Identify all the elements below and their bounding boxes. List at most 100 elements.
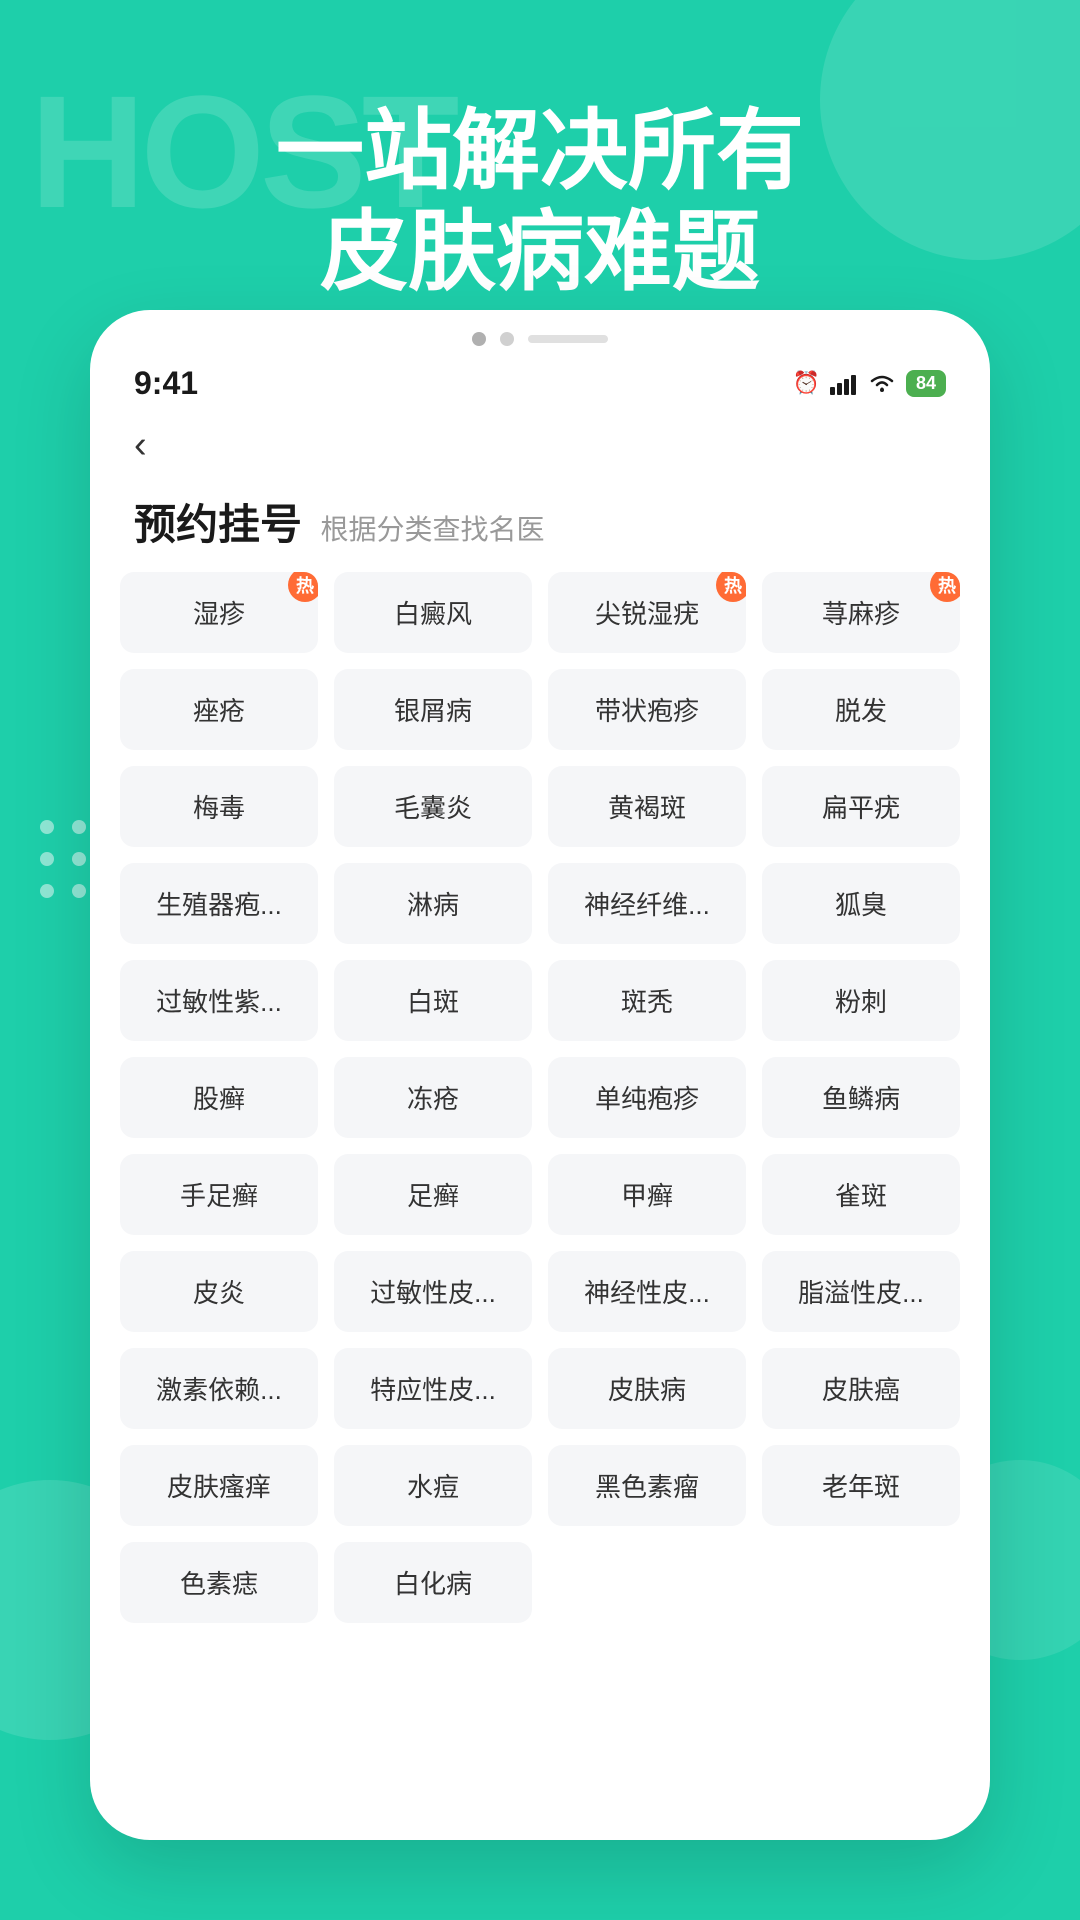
category-label: 生殖器疱... — [156, 890, 282, 920]
category-label: 毛囊炎 — [394, 793, 472, 823]
category-item[interactable]: 热湿疹 — [120, 572, 318, 653]
back-button[interactable]: ‹ — [90, 410, 990, 481]
category-item[interactable]: 冻疮 — [334, 1057, 532, 1138]
category-label: 梅毒 — [193, 793, 245, 823]
category-item[interactable]: 单纯疱疹 — [548, 1057, 746, 1138]
category-grid: 热湿疹白癜风热尖锐湿疣热荨麻疹痤疮银屑病带状疱疹脱发梅毒毛囊炎黄褐斑扁平疣生殖器… — [120, 572, 960, 1623]
category-item[interactable]: 银屑病 — [334, 669, 532, 750]
phone-top-bar — [90, 310, 990, 356]
category-label: 带状疱疹 — [595, 696, 699, 726]
phone-mockup: 9:41 ⏰ 84 ‹ 预约挂号 根据分类查找名医 热湿疹 白癜风 — [90, 310, 990, 1840]
category-item[interactable]: 鱼鳞病 — [762, 1057, 960, 1138]
category-label: 雀斑 — [835, 1181, 887, 1211]
category-item[interactable]: 甲癣 — [548, 1154, 746, 1235]
wifi-icon — [868, 372, 896, 394]
category-item[interactable]: 皮肤瘙痒 — [120, 1445, 318, 1526]
category-label: 甲癣 — [621, 1181, 673, 1211]
category-item[interactable]: 白斑 — [334, 960, 532, 1041]
category-label: 脂溢性皮... — [798, 1278, 924, 1308]
category-item[interactable]: 特应性皮... — [334, 1348, 532, 1429]
hot-badge: 热 — [716, 572, 746, 602]
category-label: 荨麻疹 — [822, 599, 900, 629]
hero-title: 一站解决所有 皮肤病难题 — [0, 100, 1080, 302]
category-item[interactable]: 激素依赖... — [120, 1348, 318, 1429]
battery-badge: 84 — [906, 370, 946, 397]
back-arrow-icon: ‹ — [134, 424, 147, 466]
hot-badge: 热 — [930, 572, 960, 602]
category-item[interactable]: 脱发 — [762, 669, 960, 750]
category-item[interactable]: 梅毒 — [120, 766, 318, 847]
category-item[interactable]: 狐臭 — [762, 863, 960, 944]
category-label: 水痘 — [407, 1472, 459, 1502]
dot-indicator-2 — [500, 332, 514, 346]
category-item[interactable]: 手足癣 — [120, 1154, 318, 1235]
category-item[interactable]: 过敏性紫... — [120, 960, 318, 1041]
category-label: 黄褐斑 — [608, 793, 686, 823]
category-label: 黑色素瘤 — [595, 1472, 699, 1502]
category-label: 狐臭 — [835, 890, 887, 920]
category-item[interactable]: 热尖锐湿疣 — [548, 572, 746, 653]
status-icons: ⏰ 84 — [793, 370, 946, 397]
status-time: 9:41 — [134, 365, 198, 402]
category-item[interactable]: 老年斑 — [762, 1445, 960, 1526]
category-item[interactable]: 神经纤维... — [548, 863, 746, 944]
category-item[interactable]: 足癣 — [334, 1154, 532, 1235]
category-item[interactable]: 带状疱疹 — [548, 669, 746, 750]
category-item[interactable]: 过敏性皮... — [334, 1251, 532, 1332]
category-label: 皮肤瘙痒 — [167, 1472, 271, 1502]
category-label: 白斑 — [407, 987, 459, 1017]
category-label: 冻疮 — [407, 1084, 459, 1114]
category-item[interactable]: 色素痣 — [120, 1542, 318, 1623]
category-item[interactable]: 黄褐斑 — [548, 766, 746, 847]
category-item[interactable]: 皮炎 — [120, 1251, 318, 1332]
category-item[interactable]: 皮肤病 — [548, 1348, 746, 1429]
category-label: 股癣 — [193, 1084, 245, 1114]
hot-badge: 热 — [288, 572, 318, 602]
dot-indicator-1 — [472, 332, 486, 346]
category-item[interactable]: 粉刺 — [762, 960, 960, 1041]
category-grid-container[interactable]: 热湿疹白癜风热尖锐湿疣热荨麻疹痤疮银屑病带状疱疹脱发梅毒毛囊炎黄褐斑扁平疣生殖器… — [90, 572, 990, 1840]
category-item[interactable]: 痤疮 — [120, 669, 318, 750]
category-label: 手足癣 — [180, 1181, 258, 1211]
category-label: 湿疹 — [193, 599, 245, 629]
category-label: 皮肤癌 — [822, 1375, 900, 1405]
status-bar: 9:41 ⏰ 84 — [90, 356, 990, 410]
category-label: 过敏性紫... — [156, 987, 282, 1017]
category-item[interactable]: 股癣 — [120, 1057, 318, 1138]
category-label: 白癜风 — [394, 599, 472, 629]
category-label: 皮肤病 — [608, 1375, 686, 1405]
category-item[interactable]: 毛囊炎 — [334, 766, 532, 847]
category-item[interactable]: 雀斑 — [762, 1154, 960, 1235]
category-item[interactable]: 神经性皮... — [548, 1251, 746, 1332]
category-item[interactable]: 黑色素瘤 — [548, 1445, 746, 1526]
category-item[interactable]: 白癜风 — [334, 572, 532, 653]
category-label: 神经性皮... — [584, 1278, 710, 1308]
signal-icon — [830, 373, 858, 395]
category-item[interactable]: 水痘 — [334, 1445, 532, 1526]
category-label: 色素痣 — [180, 1569, 258, 1599]
page-title: 预约挂号 — [134, 501, 302, 548]
category-label: 淋病 — [407, 890, 459, 920]
hero-section: 一站解决所有 皮肤病难题 — [0, 100, 1080, 302]
category-item[interactable]: 生殖器疱... — [120, 863, 318, 944]
category-label: 尖锐湿疣 — [595, 599, 699, 629]
category-label: 单纯疱疹 — [595, 1084, 699, 1114]
category-item[interactable]: 皮肤癌 — [762, 1348, 960, 1429]
category-label: 白化病 — [394, 1569, 472, 1599]
category-label: 银屑病 — [394, 696, 472, 726]
category-label: 足癣 — [407, 1181, 459, 1211]
category-item[interactable]: 扁平疣 — [762, 766, 960, 847]
category-label: 粉刺 — [835, 987, 887, 1017]
alarm-icon: ⏰ — [793, 370, 820, 396]
page-subtitle: 根据分类查找名医 — [320, 514, 544, 545]
category-item[interactable]: 热荨麻疹 — [762, 572, 960, 653]
category-item[interactable]: 淋病 — [334, 863, 532, 944]
category-item[interactable]: 斑秃 — [548, 960, 746, 1041]
page-header: 预约挂号 根据分类查找名医 — [90, 481, 990, 572]
category-label: 鱼鳞病 — [822, 1084, 900, 1114]
category-label: 特应性皮... — [370, 1375, 496, 1405]
category-item[interactable]: 脂溢性皮... — [762, 1251, 960, 1332]
category-label: 斑秃 — [621, 987, 673, 1017]
category-item[interactable]: 白化病 — [334, 1542, 532, 1623]
category-label: 痤疮 — [193, 696, 245, 726]
